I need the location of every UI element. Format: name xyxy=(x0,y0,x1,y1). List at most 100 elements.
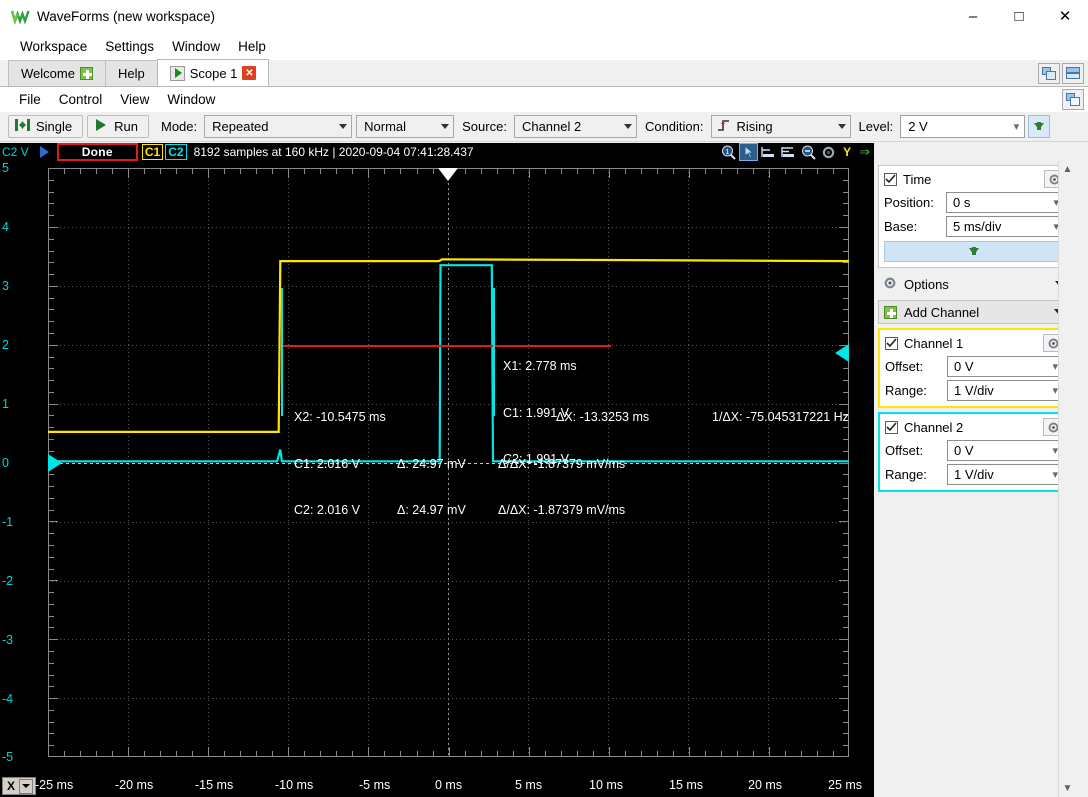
condition-select[interactable]: Rising xyxy=(711,115,851,138)
status-c2-badge[interactable]: C2 xyxy=(165,144,186,160)
menu-help[interactable]: Help xyxy=(229,36,275,57)
settings-gear-icon[interactable] xyxy=(820,144,837,160)
time-position-row: Position: 0 s ▾ xyxy=(884,192,1064,213)
y-tick-label: 5 xyxy=(2,161,9,175)
options-section[interactable]: Options xyxy=(878,272,1070,296)
green-arrow-icon[interactable]: ⇒ xyxy=(857,144,872,160)
options-label: Options xyxy=(904,277,1055,292)
chevron-up-icon[interactable]: ▲ xyxy=(1059,161,1076,178)
time-checkbox[interactable] xyxy=(884,173,897,186)
panel-scrollbar[interactable]: ▲ ▼ xyxy=(1058,161,1075,797)
tile-vertical-icon[interactable] xyxy=(1062,63,1084,84)
level-input[interactable]: 2 V ▾ xyxy=(900,115,1025,138)
channel-1-offset-select[interactable]: 0 V ▾ xyxy=(947,356,1063,377)
mode-select[interactable]: Repeated xyxy=(204,115,352,138)
plus-icon xyxy=(884,306,897,319)
status-c1-badge[interactable]: C1 xyxy=(142,144,163,160)
chevron-down-icon xyxy=(441,124,449,129)
plus-icon[interactable] xyxy=(80,67,93,80)
close-icon[interactable]: ✕ xyxy=(242,66,256,80)
run-button[interactable]: Run xyxy=(87,115,149,138)
trigger-position-marker[interactable] xyxy=(438,168,458,181)
scope-plot-area[interactable]: 5 4 3 2 1 0 -1 -2 -3 -4 -5 xyxy=(0,161,874,775)
trigger-type-select[interactable]: Normal xyxy=(356,115,454,138)
status-icon-group: 1 Y ⇒ xyxy=(720,144,872,160)
measurement-cell: Δ/ΔX: -1.87379 mV/ms xyxy=(498,457,625,473)
measure-vertical-icon[interactable] xyxy=(780,144,797,160)
channel-2-header: Channel 2 xyxy=(885,417,1063,437)
channel-2-range-value: 1 V/div xyxy=(954,467,994,482)
measurement-cell: Δ: 24.97 mV xyxy=(397,457,498,473)
main-menu-bar: Workspace Settings Window Help xyxy=(0,32,1088,60)
zoom-info-icon[interactable]: 1 xyxy=(720,144,737,160)
chevron-down-icon xyxy=(838,124,846,129)
base-select[interactable]: 5 ms/div ▾ xyxy=(946,216,1064,237)
minimize-button[interactable]: – xyxy=(950,0,996,32)
status-badge: Done xyxy=(57,143,138,161)
channel-1-card: Channel 1 Offset: 0 V ▾ Range: 1 V/div ▾ xyxy=(878,328,1070,408)
source-value: Channel 2 xyxy=(522,119,581,134)
cursor-select-icon[interactable] xyxy=(740,144,757,160)
scope-menu-file[interactable]: File xyxy=(10,90,50,109)
tile-horizontal-icon[interactable] xyxy=(1038,63,1060,84)
menu-settings[interactable]: Settings xyxy=(96,36,163,57)
chevron-down-icon[interactable] xyxy=(19,779,33,794)
scope-menu-control[interactable]: Control xyxy=(50,90,112,109)
y-axis-toggle[interactable]: Y xyxy=(840,145,854,159)
tab-scope-1[interactable]: Scope 1 ✕ xyxy=(157,59,270,86)
rising-edge-icon xyxy=(717,119,730,135)
add-channel-section[interactable]: Add Channel xyxy=(878,300,1070,324)
channel-2-offset-select[interactable]: 0 V ▾ xyxy=(947,440,1063,461)
menu-workspace[interactable]: Workspace xyxy=(11,36,96,57)
window-controls: – □ ✕ xyxy=(950,0,1088,32)
scope-menu-view[interactable]: View xyxy=(111,90,158,109)
channel-1-range-select[interactable]: 1 V/div ▾ xyxy=(947,380,1063,401)
x-tick-label: -5 ms xyxy=(359,778,390,792)
x-axis-button[interactable]: X xyxy=(2,777,36,795)
y-tick-label: 4 xyxy=(2,220,9,234)
window-title: WaveForms (new workspace) xyxy=(37,9,215,24)
measurement-cell: C2: 2.016 V xyxy=(294,503,397,519)
y-tick-label: 1 xyxy=(2,397,9,411)
single-button[interactable]: Single xyxy=(8,115,83,138)
restore-window-icon[interactable] xyxy=(1062,89,1084,110)
channel2-offset-marker[interactable] xyxy=(48,454,62,472)
channel-1-header: Channel 1 xyxy=(885,333,1063,353)
tab-welcome[interactable]: Welcome xyxy=(8,60,106,86)
channel-2-checkbox[interactable] xyxy=(885,421,898,434)
scope-toolbar: Single Run Mode: Repeated Normal Source:… xyxy=(0,112,1088,142)
single-button-label: Single xyxy=(36,119,72,134)
zoom-out-icon[interactable] xyxy=(800,144,817,160)
scope-status-bar: C2 V Done C1 C2 8192 samples at 160 kHz … xyxy=(0,143,874,161)
channel-1-range-label: Range: xyxy=(885,383,947,398)
trigger-level-marker[interactable] xyxy=(835,344,849,362)
x-tick-label: 20 ms xyxy=(748,778,782,792)
x-tick-label: -25 ms xyxy=(35,778,73,792)
position-label: Position: xyxy=(884,195,946,210)
source-select[interactable]: Channel 2 xyxy=(514,115,637,138)
x-tick-label: 15 ms xyxy=(669,778,703,792)
chevron-down-icon[interactable]: ▼ xyxy=(1059,780,1076,797)
channel-1-checkbox[interactable] xyxy=(885,337,898,350)
channel-2-offset-value: 0 V xyxy=(954,443,974,458)
measure-horizontal-icon[interactable] xyxy=(760,144,777,160)
channel-2-range-select[interactable]: 1 V/div ▾ xyxy=(947,464,1063,485)
plot-canvas[interactable]: X1: 2.778 ms C1: 1.991 V C2: 1.991 V X2:… xyxy=(48,168,849,757)
channel-2-offset-label: Offset: xyxy=(885,443,947,458)
channel-1-offset-label: Offset: xyxy=(885,359,947,374)
cursor-x2-line[interactable] xyxy=(281,288,283,416)
channel-2-card: Channel 2 Offset: 0 V ▾ Range: 1 V/div ▾ xyxy=(878,412,1070,492)
scope-menu-window[interactable]: Window xyxy=(158,90,224,109)
position-select[interactable]: 0 s ▾ xyxy=(946,192,1064,213)
level-apply-button[interactable] xyxy=(1028,115,1050,138)
menu-window[interactable]: Window xyxy=(163,36,229,57)
restore-window-button[interactable] xyxy=(1062,89,1084,110)
channel-2-title: Channel 2 xyxy=(904,420,1043,435)
chevron-down-icon xyxy=(624,124,632,129)
maximize-button[interactable]: □ xyxy=(996,0,1042,32)
tab-help[interactable]: Help xyxy=(105,60,158,86)
tab-help-label: Help xyxy=(118,66,145,81)
time-apply-bar[interactable] xyxy=(884,241,1064,262)
close-button[interactable]: ✕ xyxy=(1042,0,1088,32)
single-capture-icon xyxy=(15,118,30,135)
